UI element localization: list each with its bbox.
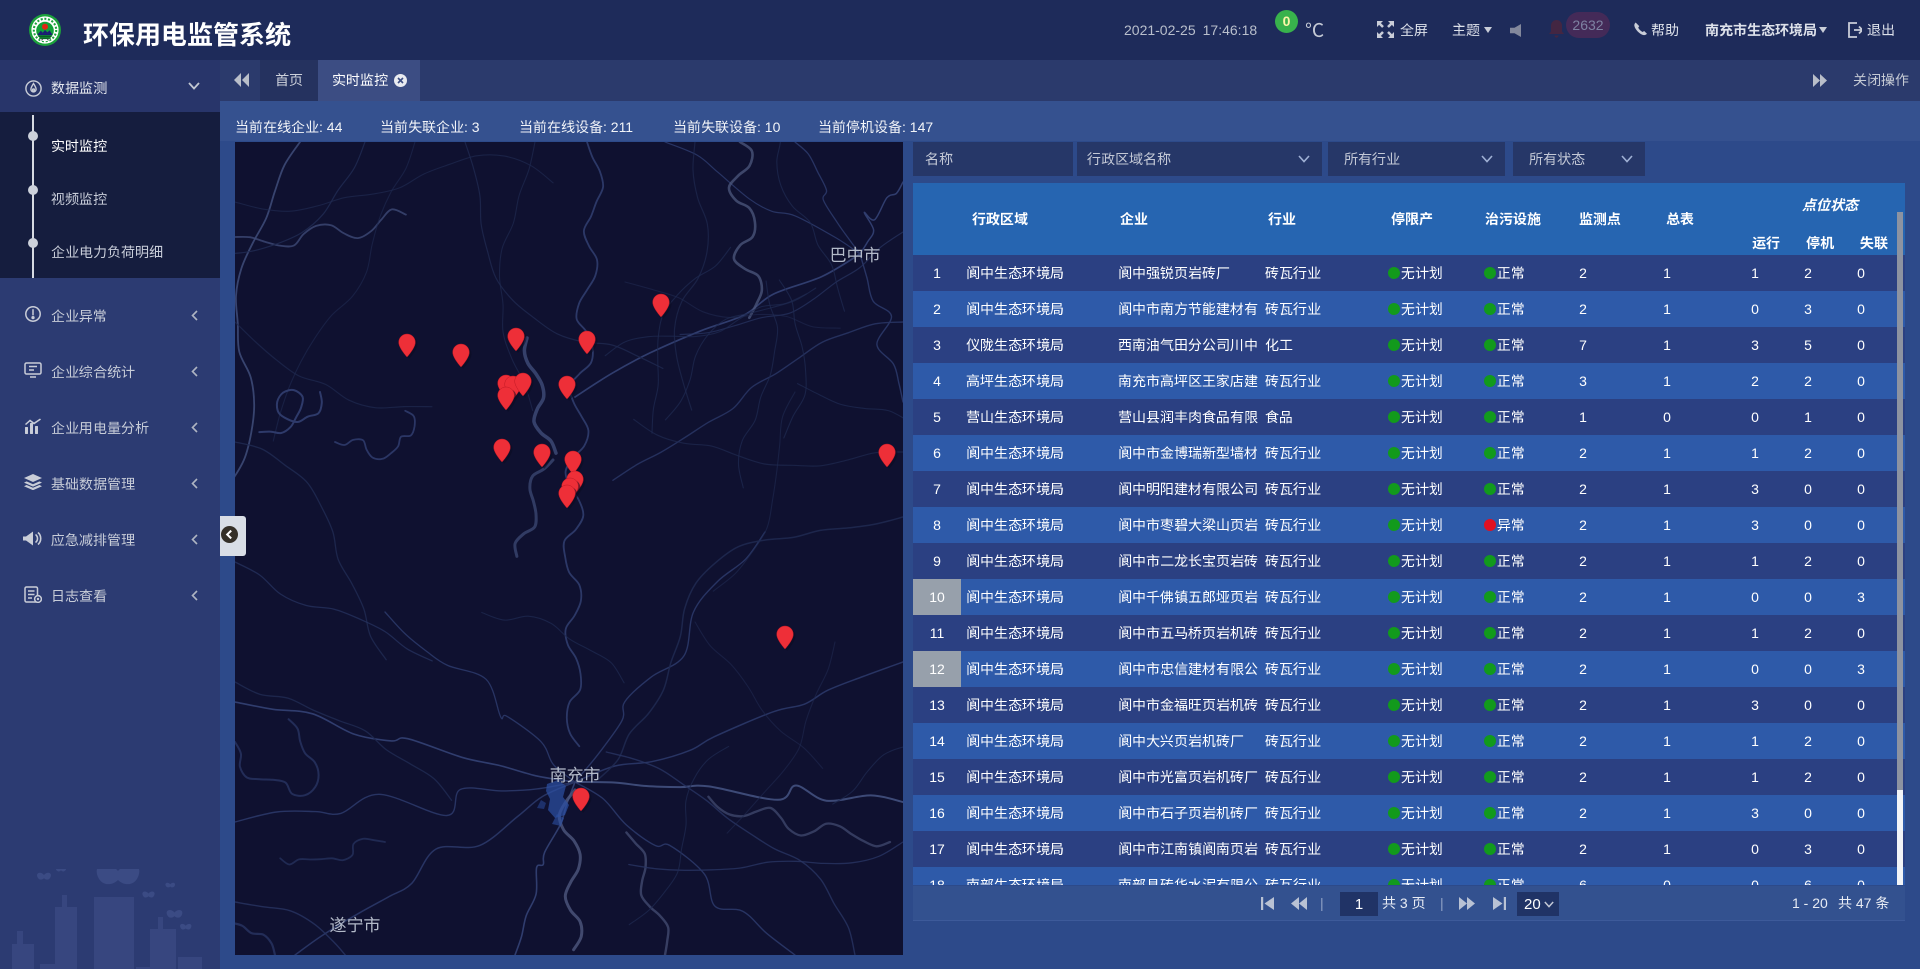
svg-text:巴中市: 巴中市 [830, 241, 881, 266]
svg-text:南充市: 南充市 [550, 761, 601, 786]
svg-text:遂宁市: 遂宁市 [330, 911, 381, 936]
